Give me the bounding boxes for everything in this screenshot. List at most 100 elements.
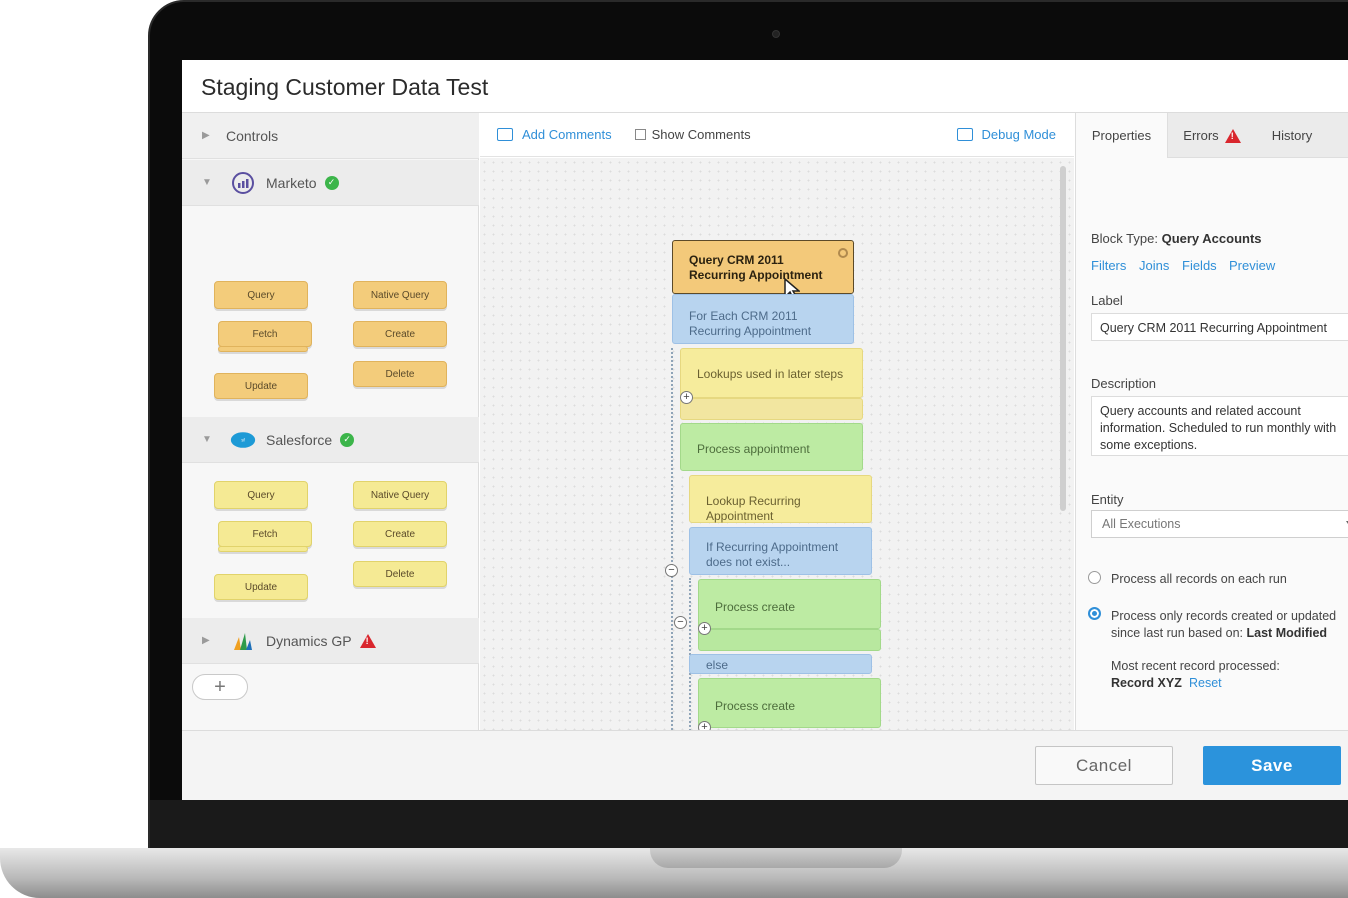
app-screen: Staging Customer Data Test ▶ Controls ▼ …	[182, 60, 1348, 800]
block-type-value: Query Accounts	[1161, 231, 1262, 246]
workflow-canvas[interactable]: Query CRM 2011 Recurring Appointment For…	[480, 158, 1074, 730]
group-label: Salesforce	[266, 431, 333, 448]
recent-record-value: Record XYZ	[1111, 676, 1182, 690]
description-field[interactable]: Query accounts and related account infor…	[1091, 396, 1348, 456]
palette-block-delete[interactable]: Delete	[353, 361, 447, 387]
laptop-bezel	[150, 800, 1348, 848]
block-if-not-exist[interactable]: If Recurring Appointment does not exist.…	[689, 527, 872, 575]
show-comments-checkbox[interactable]	[634, 129, 646, 140]
palette-block-fetch-tail	[218, 546, 308, 552]
radio-process-updated-label: Process only records created or updated …	[1111, 608, 1343, 642]
tab-errors-label: Errors	[1183, 128, 1219, 143]
controls-group[interactable]: ▶ Controls	[182, 113, 479, 159]
camera-icon	[772, 30, 780, 38]
settings-icon[interactable]	[838, 248, 848, 258]
palette-block-update[interactable]: Update	[214, 574, 308, 600]
properties-tabs: Properties Errors History	[1076, 113, 1348, 158]
block-process-create-footer	[698, 629, 881, 651]
cancel-button[interactable]: Cancel	[1035, 746, 1173, 785]
expand-icon[interactable]: +	[698, 622, 711, 635]
description-heading: Description	[1091, 376, 1157, 391]
block-lookups[interactable]: Lookups used in later steps	[680, 348, 863, 398]
palette-block-fetch[interactable]: Fetch	[218, 321, 312, 347]
collapse-icon[interactable]: −	[674, 616, 687, 629]
tab-history[interactable]: History	[1256, 113, 1328, 158]
group-label: Dynamics GP	[266, 632, 352, 649]
page-title: Staging Customer Data Test	[201, 74, 489, 100]
group-label: Marketo	[266, 174, 317, 191]
radio-process-all-label: Process all records on each run	[1111, 572, 1287, 586]
filters-link[interactable]: Filters	[1091, 258, 1126, 273]
caret-right-icon: ▶	[202, 635, 210, 646]
radio-process-all[interactable]	[1088, 571, 1101, 584]
palette-block-create[interactable]: Create	[353, 321, 447, 347]
tab-properties[interactable]: Properties	[1076, 113, 1168, 158]
block-process-appointment[interactable]: Process appointment	[680, 423, 863, 471]
palette-block-fetch-tail	[218, 346, 308, 352]
block-palette: ▶ Controls ▼ Marketo ✓ Query Native Quer…	[182, 113, 479, 730]
palette-block-query[interactable]: Query	[214, 481, 308, 509]
laptop-notch	[650, 848, 902, 868]
block-lookups-footer	[680, 398, 863, 420]
show-comments-toggle[interactable]: Show Comments	[634, 127, 751, 142]
canvas-toolbar: Add Comments Show Comments Debug Mode	[480, 113, 1074, 157]
save-button[interactable]: Save	[1203, 746, 1341, 785]
block-query-crm[interactable]: Query CRM 2011 Recurring Appointment	[672, 240, 854, 294]
comment-icon	[497, 128, 513, 141]
add-comments-button[interactable]: Add Comments	[497, 127, 612, 142]
caret-down-icon: ▼	[202, 177, 212, 188]
block-process-create[interactable]: Process create	[698, 678, 881, 728]
controls-label: Controls	[226, 127, 279, 144]
collapse-icon[interactable]: −	[665, 564, 678, 577]
canvas-scrollbar[interactable]	[1060, 166, 1066, 511]
palette-block-update[interactable]: Update	[214, 373, 308, 399]
palette-block-create[interactable]: Create	[353, 521, 447, 547]
properties-panel: Properties Errors History Block Type: Qu…	[1075, 113, 1348, 730]
debug-mode-label: Debug Mode	[981, 127, 1056, 142]
palette-block-query[interactable]: Query	[214, 281, 308, 309]
radio-updated-field: Last Modified	[1246, 626, 1328, 640]
debug-mode-button[interactable]: Debug Mode	[956, 127, 1056, 142]
radio-process-updated[interactable]	[1088, 607, 1101, 620]
palette-block-native-query[interactable]: Native Query	[353, 481, 447, 509]
joins-link[interactable]: Joins	[1139, 258, 1169, 273]
check-icon: ✓	[324, 175, 339, 190]
palette-block-delete[interactable]: Delete	[353, 561, 447, 587]
label-field[interactable]: Query CRM 2011 Recurring Appointment	[1091, 313, 1348, 341]
caret-right-icon: ▶	[202, 130, 210, 141]
recent-record-label: Most recent record processed:	[1111, 659, 1280, 673]
fields-link[interactable]: Fields	[1182, 258, 1217, 273]
caret-down-icon: ▼	[202, 434, 212, 445]
block-else[interactable]: else	[689, 654, 872, 674]
block-lookup-recurring[interactable]: Lookup Recurring Appointment	[689, 475, 872, 523]
warning-icon	[1224, 128, 1241, 143]
marketo-logo-icon	[230, 170, 256, 196]
add-connector-button[interactable]: +	[192, 674, 248, 700]
terminal-icon	[956, 128, 973, 141]
expand-icon[interactable]: +	[698, 721, 711, 730]
entity-select[interactable]: All Executions	[1091, 510, 1348, 538]
salesforce-logo-icon: sf	[230, 427, 256, 453]
flow-connector	[671, 348, 673, 730]
dynamics-group[interactable]: ▶ Dynamics GP	[182, 618, 479, 664]
preview-link[interactable]: Preview	[1229, 258, 1275, 273]
palette-block-native-query[interactable]: Native Query	[353, 281, 447, 309]
entity-heading: Entity	[1091, 492, 1124, 507]
warning-icon	[359, 633, 376, 648]
add-comments-label: Add Comments	[522, 127, 612, 142]
block-type-label: Block Type:	[1091, 231, 1158, 246]
expand-icon[interactable]: +	[680, 391, 693, 404]
reset-link[interactable]: Reset	[1189, 676, 1222, 690]
marketo-group[interactable]: ▼ Marketo ✓	[182, 160, 479, 206]
dialog-footer: Cancel Save	[182, 730, 1348, 800]
block-for-each[interactable]: For Each CRM 2011 Recurring Appointment	[672, 294, 854, 344]
palette-block-fetch[interactable]: Fetch	[218, 521, 312, 547]
label-heading: Label	[1091, 293, 1123, 308]
dynamics-logo-icon	[230, 628, 256, 654]
block-type-row: Block Type: Query Accounts	[1091, 231, 1262, 246]
entity-select-value: All Executions	[1102, 517, 1181, 531]
block-process-create[interactable]: Process create	[698, 579, 881, 629]
salesforce-group[interactable]: ▼ sf Salesforce ✓	[182, 417, 479, 463]
show-comments-label: Show Comments	[651, 127, 751, 142]
tab-errors[interactable]: Errors	[1168, 113, 1256, 158]
